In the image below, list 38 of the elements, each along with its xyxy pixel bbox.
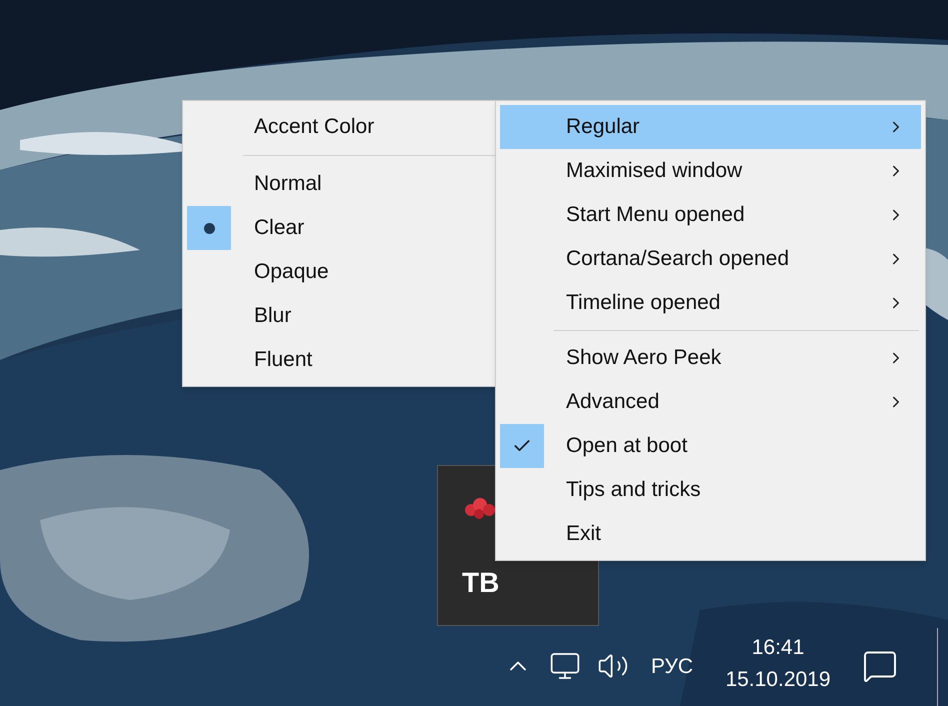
menu-item-label: Opaque	[254, 259, 329, 286]
menu-item-label: Normal	[254, 171, 322, 198]
menu-item[interactable]: Blur	[187, 294, 494, 338]
network-icon[interactable]	[549, 650, 581, 682]
clock-date: 15.10.2019	[725, 667, 831, 693]
menu-item-label: Fluent	[254, 347, 312, 374]
menu-item-label: Maximised window	[566, 158, 742, 184]
menu-item[interactable]: Advanced	[500, 380, 921, 424]
menu-item-label: Exit	[566, 521, 602, 548]
menu-item[interactable]: Show Aero Peek	[500, 336, 921, 380]
menu-item-label: Timeline opened	[566, 290, 720, 316]
menu-item[interactable]: Fluent	[187, 338, 494, 382]
menu-item-label: Clear	[254, 215, 304, 242]
menu-item[interactable]: Open at boot	[500, 424, 921, 468]
clock-time: 16:41	[752, 635, 804, 661]
menu-item-label: Advanced	[566, 389, 660, 416]
menu-item-label: Start Menu opened	[566, 202, 745, 228]
language-indicator[interactable]: РУС	[651, 651, 694, 682]
menu-item[interactable]: Cortana/Search opened	[500, 237, 921, 281]
menu-item-label: Open at boot	[566, 433, 688, 460]
menu-item-label: Blur	[254, 303, 292, 330]
menu-item[interactable]: Clear	[187, 206, 494, 250]
menu-item-label: Tips and tricks	[566, 477, 701, 504]
menu-item[interactable]: Maximised window	[500, 149, 921, 193]
menu-item[interactable]: Accent Color	[187, 105, 494, 149]
menu-item[interactable]: Tips and tricks	[500, 468, 921, 512]
menu-item-label: Regular	[566, 114, 640, 140]
menu-item-label: Accent Color	[254, 114, 374, 140]
app-logo[interactable]: TB	[462, 566, 500, 600]
menu-item[interactable]: Regular	[500, 105, 921, 149]
menu-item-label: Show Aero Peek	[566, 345, 722, 372]
menu-item[interactable]: Opaque	[187, 250, 494, 294]
menu-item[interactable]: Exit	[500, 512, 921, 556]
menu-item[interactable]: Normal	[187, 162, 494, 206]
menu-item-label: Cortana/Search opened	[566, 246, 789, 272]
menu-item[interactable]: Start Menu opened	[500, 193, 921, 237]
menu-item[interactable]: Timeline opened	[500, 281, 921, 325]
berry-icon[interactable]	[463, 496, 497, 520]
